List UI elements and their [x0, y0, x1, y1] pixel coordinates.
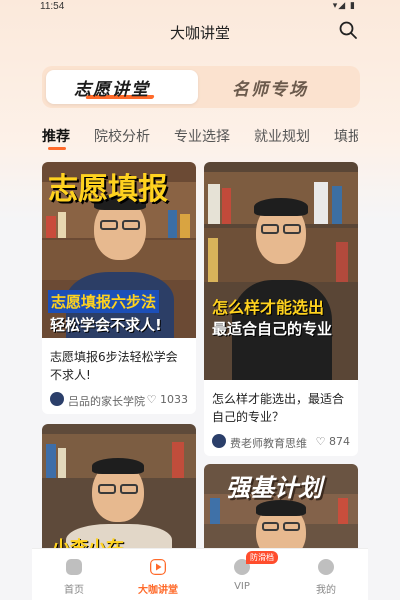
- video-meta: 吕品的家长学院 ♡ 1033: [50, 392, 188, 408]
- video-card[interactable]: 志愿填报 志愿填报六步法 轻松学会不求人! 志愿填报6步法轻松学会不求人! 吕品…: [42, 162, 196, 414]
- nav-lecture[interactable]: 大咖讲堂: [116, 549, 200, 600]
- thumbnail-line2: 最适合自己的专业: [212, 320, 333, 338]
- nav-me-label: 我的: [316, 585, 336, 596]
- like-count-value: 1033: [160, 393, 188, 406]
- status-bar: 11:54 ▾◢ ▮: [0, 0, 400, 16]
- video-thumbnail: 小李小在: [42, 424, 196, 554]
- video-thumbnail: 志愿填报 志愿填报六步法 轻松学会不求人!: [42, 162, 196, 338]
- search-icon[interactable]: [338, 20, 358, 40]
- thumbnail-line1: 志愿填报六步法: [48, 290, 160, 313]
- author-avatar: [50, 392, 64, 406]
- segment-famous-teacher[interactable]: 名师专场: [232, 75, 308, 100]
- author-name: 吕品的家长学院: [68, 395, 145, 408]
- video-caption: 怎么样才能选出，最适合自己的专业？: [212, 392, 345, 424]
- video-meta: 费老师教育思维 ♡ 874: [212, 434, 350, 450]
- category-tabs: 推荐 院校分析 专业选择 就业规划 填报指: [42, 124, 358, 152]
- play-icon: [150, 559, 166, 575]
- video-card[interactable]: 强基计划: [204, 464, 358, 554]
- like-count-value: 874: [329, 435, 350, 448]
- bottom-nav: 首页 大咖讲堂 防滑档 VIP 我的: [32, 548, 368, 600]
- tab-major-selection[interactable]: 专业选择: [174, 126, 230, 146]
- nav-vip[interactable]: 防滑档 VIP: [200, 549, 284, 600]
- nav-vip-label: VIP: [234, 581, 250, 592]
- video-caption: 志愿填报6步法轻松学会不求人!: [50, 350, 178, 382]
- vip-badge: 防滑档: [246, 551, 278, 564]
- tab-school-analysis[interactable]: 院校分析: [94, 126, 150, 146]
- video-card[interactable]: 小李小在: [42, 424, 196, 554]
- top-bar: 大咖讲堂: [0, 16, 400, 46]
- thumbnail-line1: 怎么样才能选出: [212, 298, 325, 317]
- profile-icon: [318, 559, 334, 575]
- video-thumbnail: 怎么样才能选出 最适合自己的专业: [204, 162, 358, 380]
- like-count[interactable]: ♡ 874: [316, 435, 350, 448]
- thumbnail-line2: 轻松学会不求人!: [50, 316, 162, 334]
- segment-control: 志愿讲堂 名师专场: [42, 66, 360, 108]
- home-icon: [66, 559, 82, 575]
- tab-indicator: [48, 147, 66, 150]
- author-avatar: [212, 434, 226, 448]
- thumbnail-title: 强基计划: [226, 474, 322, 502]
- nav-lecture-label: 大咖讲堂: [138, 585, 178, 596]
- video-thumbnail: 强基计划: [204, 464, 358, 554]
- author-name: 费老师教育思维: [230, 437, 307, 450]
- tab-filling-guide[interactable]: 填报指: [334, 126, 358, 146]
- video-card[interactable]: 怎么样才能选出 最适合自己的专业 怎么样才能选出，最适合自己的专业？ 费老师教育…: [204, 162, 358, 456]
- nav-home[interactable]: 首页: [32, 549, 116, 600]
- thumbnail-title: 志愿填报: [48, 172, 168, 207]
- nav-me[interactable]: 我的: [284, 549, 368, 600]
- status-icons: ▾◢ ▮: [332, 1, 356, 11]
- segment-volunteer-lecture[interactable]: 志愿讲堂: [74, 75, 150, 100]
- like-count[interactable]: ♡ 1033: [147, 393, 188, 406]
- tab-recommend[interactable]: 推荐: [42, 126, 70, 146]
- status-time: 11:54: [40, 1, 65, 12]
- nav-home-label: 首页: [64, 585, 84, 596]
- tab-career-planning[interactable]: 就业规划: [254, 126, 310, 146]
